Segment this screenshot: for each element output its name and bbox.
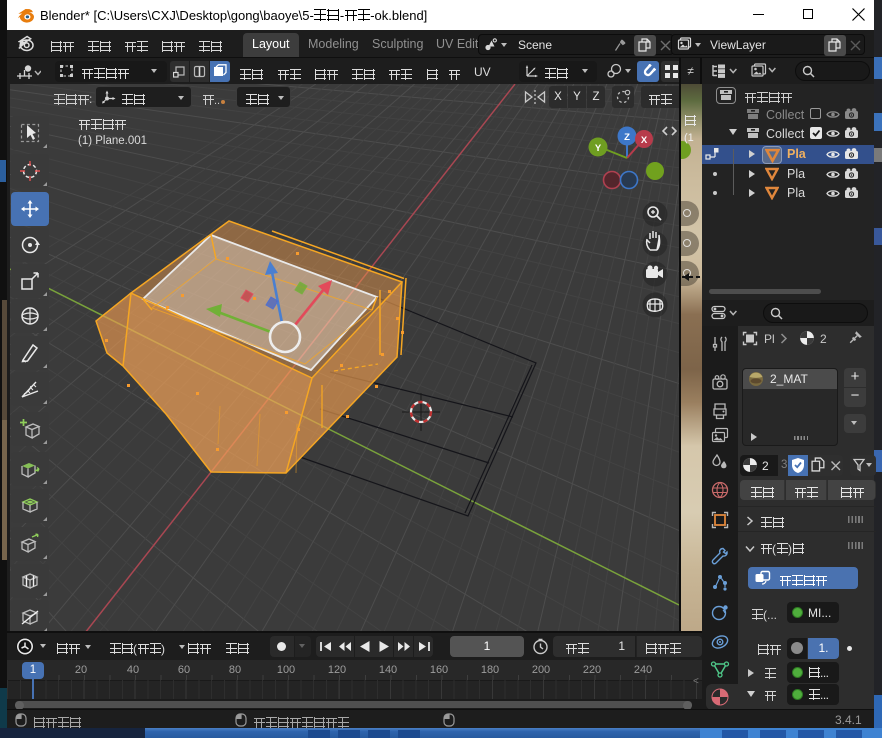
svg-text:Y: Y bbox=[595, 143, 602, 154]
svg-text:X: X bbox=[641, 135, 648, 146]
svg-text:Z: Z bbox=[624, 132, 630, 143]
